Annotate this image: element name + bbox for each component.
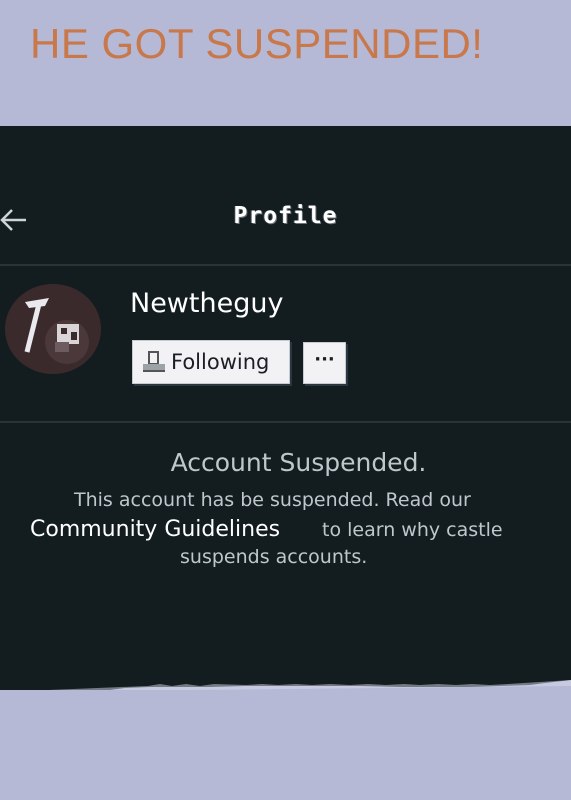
community-guidelines-link[interactable]: Community Guidelines xyxy=(30,517,280,542)
following-label: Following xyxy=(171,350,270,374)
more-options-button[interactable]: ··· xyxy=(303,342,346,384)
following-button[interactable]: Following xyxy=(132,340,290,384)
suspension-message-line1: This account has be suspended. Read our xyxy=(74,489,471,511)
profile-divider xyxy=(0,421,571,423)
user-check-icon xyxy=(139,349,169,375)
page-title: Profile xyxy=(233,203,338,229)
header-divider xyxy=(0,264,571,266)
bottom-banner xyxy=(0,690,571,800)
avatar[interactable] xyxy=(5,284,101,374)
meme-caption: HE GOT SUSPENDED! xyxy=(30,20,484,67)
pickaxe-icon xyxy=(8,284,98,374)
suspension-title: Account Suspended. xyxy=(170,448,427,477)
profile-username: Newtheguy xyxy=(130,288,284,319)
suspension-message-line2: to learn why castle xyxy=(322,519,503,541)
suspension-message-line3: suspends accounts. xyxy=(180,546,368,568)
